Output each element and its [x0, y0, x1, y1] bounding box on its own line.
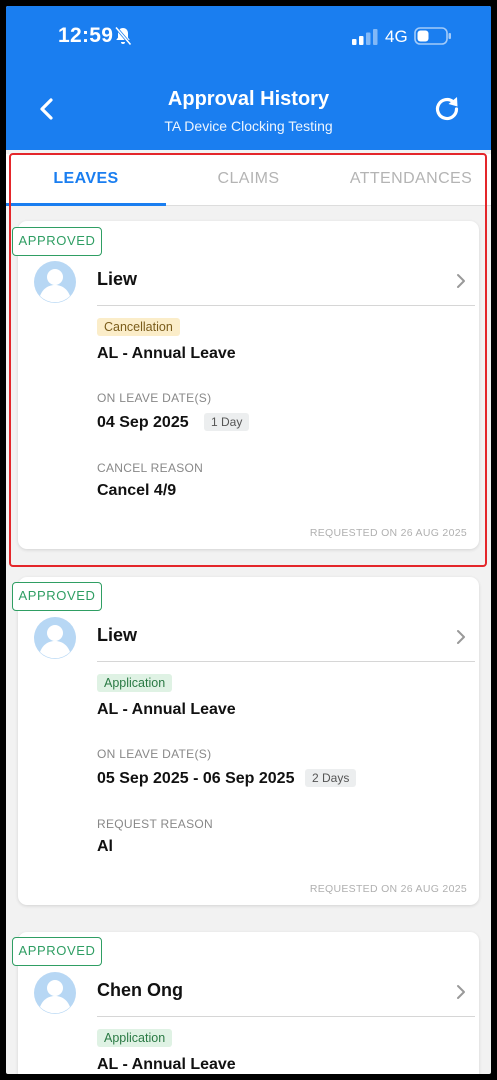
- leave-date: 04 Sep 2025: [97, 414, 189, 431]
- avatar: [34, 617, 76, 659]
- avatar-icon: [34, 617, 76, 659]
- status-badge: APPROVED: [12, 937, 102, 966]
- reason-text: Al: [97, 838, 113, 855]
- refresh-icon[interactable]: [432, 94, 462, 124]
- battery-icon: [414, 27, 451, 45]
- avatar-icon: [34, 972, 76, 1014]
- leave-date: 05 Sep 2025 - 06 Sep 2025: [97, 770, 295, 787]
- status-time: 12:59: [58, 24, 114, 47]
- bell-slash-icon: [114, 26, 132, 46]
- approval-card[interactable]: Liew Cancellation AL - Annual Leave ON L…: [18, 221, 479, 549]
- request-type-tag: Application: [97, 674, 173, 692]
- page-subtitle: TA Device Clocking Testing: [164, 118, 333, 134]
- approval-card[interactable]: Liew Application AL - Annual Leave ON LE…: [18, 577, 479, 905]
- chevron-right-icon: [457, 274, 465, 288]
- chevron-right-icon: [457, 630, 465, 644]
- status-badge: APPROVED: [12, 582, 102, 611]
- request-type-tag: Application: [97, 1029, 173, 1047]
- avatar-icon: [34, 261, 76, 303]
- tab-attendances[interactable]: ATTENDANCES: [331, 154, 491, 206]
- header: 12:59 4G Approval History TA Device Cloc…: [6, 6, 491, 150]
- leave-date-label: ON LEAVE DATE(S): [97, 391, 212, 405]
- requested-date: REQUESTED ON 26 AUG 2025: [309, 527, 467, 539]
- employee-name: Liew: [97, 269, 138, 289]
- chevron-right-icon: [457, 985, 465, 999]
- divider: [97, 661, 475, 662]
- days-badge: 1 Day: [204, 413, 250, 431]
- divider: [97, 305, 475, 306]
- employee-name: Chen Ong: [97, 980, 183, 1000]
- tab-claims[interactable]: CLAIMS: [166, 154, 331, 206]
- employee-name: Liew: [97, 625, 138, 645]
- requested-date: REQUESTED ON 26 AUG 2025: [309, 883, 467, 895]
- app-screen: 12:59 4G Approval History TA Device Cloc…: [6, 6, 491, 1074]
- reason-label: CANCEL REASON: [97, 461, 204, 475]
- tab-bar: LEAVES CLAIMS ATTENDANCES: [6, 154, 491, 206]
- request-type-tag: Cancellation: [97, 318, 180, 336]
- status-badge: APPROVED: [12, 227, 102, 256]
- leave-type: AL - Annual Leave: [97, 1056, 236, 1073]
- tab-leaves[interactable]: LEAVES: [6, 154, 166, 206]
- leave-date-label: ON LEAVE DATE(S): [97, 747, 212, 761]
- avatar: [34, 261, 76, 303]
- avatar: [34, 972, 76, 1014]
- page-title: Approval History: [167, 88, 330, 110]
- reason-label: REQUEST REASON: [97, 817, 214, 831]
- leave-type: AL - Annual Leave: [97, 345, 236, 362]
- leave-type: AL - Annual Leave: [97, 701, 236, 718]
- days-badge: 2 Days: [305, 769, 357, 787]
- reason-text: Cancel 4/9: [97, 482, 177, 499]
- signal-icon: [352, 29, 378, 45]
- divider: [97, 1016, 475, 1017]
- network-type: 4G: [385, 27, 408, 46]
